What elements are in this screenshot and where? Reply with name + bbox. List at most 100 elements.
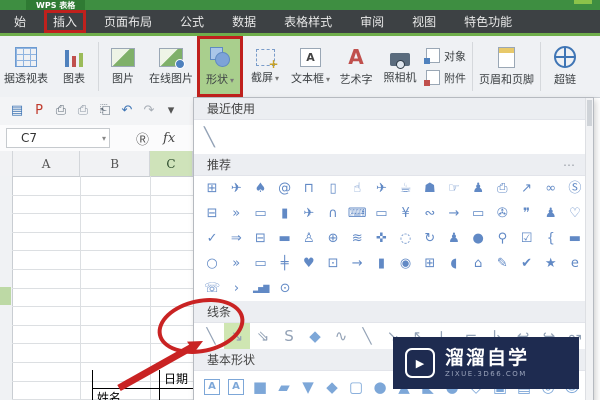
monitor-shape[interactable]: ⊡ <box>321 251 345 276</box>
insert-function-icon[interactable]: fx <box>163 131 175 146</box>
heart-shape[interactable]: ♥ <box>297 251 321 276</box>
undo-icon[interactable]: ↶ <box>118 102 136 120</box>
selected-row-header[interactable] <box>0 287 11 305</box>
chevron-right-shape[interactable]: › <box>224 276 248 301</box>
oval-shape[interactable]: ● <box>368 373 392 400</box>
money-bag-shape[interactable]: Ⓢ <box>563 176 587 201</box>
ribbon-button-word-art[interactable]: 艺术字 <box>334 36 378 97</box>
fast-forward-shape[interactable]: » <box>224 251 248 276</box>
android-shape[interactable]: ⊓ <box>297 176 321 201</box>
shopping-cart-shape[interactable]: ⊞ <box>418 251 442 276</box>
arrow-right-shape[interactable]: → <box>442 201 466 226</box>
star-shape[interactable]: ★ <box>539 251 563 276</box>
trapezoid-shape[interactable]: ▼ <box>296 373 320 400</box>
panel-scrollbar-thumb[interactable] <box>587 100 592 126</box>
move-arrows-shape[interactable]: ✜ <box>369 226 393 251</box>
menu-tab-view[interactable]: 视图 <box>404 11 444 32</box>
file-preview-icon[interactable]: ⎗ <box>96 102 114 120</box>
ribbon-button-camera[interactable]: 照相机 <box>378 36 422 97</box>
family-shape[interactable]: ♟ <box>539 201 563 226</box>
check-bold-shape[interactable]: ✔ <box>514 251 538 276</box>
printer-shape[interactable]: ⎙ <box>490 176 514 201</box>
square-shape[interactable]: ■ <box>248 373 272 400</box>
ribbon-button-object[interactable]: 对象 <box>424 48 466 64</box>
menu-tab-formula[interactable]: 公式 <box>172 11 212 32</box>
more-icon[interactable]: ▾ <box>162 102 180 120</box>
power-shape[interactable]: ⊙ <box>273 276 297 301</box>
rectangle-shape[interactable]: ▮ <box>369 251 393 276</box>
car-shape[interactable]: ▭ <box>248 201 272 226</box>
curve-shape[interactable]: S <box>276 323 302 349</box>
bus-shape[interactable]: ⊟ <box>200 201 224 226</box>
ribbon-button-pivot-table[interactable]: 据透视表 <box>0 36 52 97</box>
line-connector-shape[interactable]: ╲ <box>354 323 380 349</box>
freeform-shape[interactable]: ◆ <box>302 323 328 349</box>
pointing-hand-shape[interactable]: ☞ <box>442 176 466 201</box>
map-shape[interactable]: ☗ <box>418 176 442 201</box>
print-icon[interactable]: ⎙ <box>52 102 70 120</box>
redo-icon[interactable]: ↷ <box>140 102 158 120</box>
signal-bars-shape[interactable]: ▂▅▇ <box>249 276 273 301</box>
coffee-shape[interactable]: ☕ <box>394 176 418 201</box>
megaphone-shape[interactable]: ◖ <box>442 251 466 276</box>
thumbs-up-shape[interactable]: ☝ <box>345 176 369 201</box>
yen-shape[interactable]: ¥ <box>394 201 418 226</box>
button-shape-shape[interactable]: ▬ <box>563 226 587 251</box>
ribbon-button-header-footer[interactable]: 页眉和页脚 <box>475 36 538 97</box>
checkbox-shape[interactable]: ☑ <box>514 226 538 251</box>
dashed-circle-shape[interactable]: ◌ <box>394 226 418 251</box>
circle-outline-shape[interactable]: ○ <box>200 251 224 276</box>
magnifier-shape[interactable]: ⚲ <box>490 226 514 251</box>
leaf-shape[interactable]: ♠ <box>248 176 272 201</box>
diamond-shape[interactable]: ◆ <box>320 373 344 400</box>
bicycle-shape[interactable]: ✇ <box>490 201 514 226</box>
menu-tab-insert[interactable]: 插入 <box>44 10 87 33</box>
parallelogram-shape[interactable]: ▰ <box>272 373 296 400</box>
ribbon-button-hyperlink[interactable]: 超链 <box>543 36 587 97</box>
crowd-shape[interactable]: ♟ <box>466 176 490 201</box>
windows-shape[interactable]: ⊞ <box>200 176 224 201</box>
seaplane-shape[interactable]: ✈ <box>297 201 321 226</box>
laptop-shape[interactable]: ⌨ <box>345 201 369 226</box>
taxi-shape[interactable]: ▭ <box>369 201 393 226</box>
text-box-vertical-shape[interactable]: A <box>224 373 248 400</box>
print-preview-icon[interactable]: ⎙ <box>74 102 92 120</box>
binoculars-shape[interactable]: ∩ <box>321 201 345 226</box>
line-shape[interactable]: ╲ <box>204 127 215 148</box>
ribbon-button-online-picture[interactable]: 在线图片 <box>145 36 197 97</box>
chat-shape[interactable]: ❞ <box>514 201 538 226</box>
refresh-shape[interactable]: ↻ <box>418 226 442 251</box>
menu-tab-page-layout[interactable]: 页面布局 <box>96 11 160 32</box>
circled-arrow-shape[interactable]: ◉ <box>394 251 418 276</box>
airplane-shape[interactable]: ✈ <box>224 176 248 201</box>
trend-arrow-shape[interactable]: ↗ <box>514 176 538 201</box>
heart-outline-shape[interactable]: ♡ <box>563 201 587 226</box>
globe-shape[interactable]: ⊕ <box>321 226 345 251</box>
checkmark-shape[interactable]: ✓ <box>200 226 224 251</box>
eyes-shape[interactable]: ∞ <box>539 176 563 201</box>
magnifier-r-icon[interactable]: Ⓡ <box>136 129 149 148</box>
ribbon-button-screenshot[interactable]: 截屏▾ <box>243 36 287 97</box>
at-sign-shape[interactable]: @ <box>273 176 297 201</box>
explorer-shape[interactable]: e <box>563 251 587 276</box>
rounded-rectangle-shape[interactable]: ▢ <box>344 373 368 400</box>
pencil-shape[interactable]: ✎ <box>490 251 514 276</box>
name-box-caret-icon[interactable]: ▾ <box>102 134 106 143</box>
column-header-B[interactable]: B <box>80 151 150 176</box>
select-all-stub[interactable] <box>0 151 13 176</box>
ribbon-button-picture[interactable]: 图片 <box>101 36 145 97</box>
menu-tab-table-style[interactable]: 表格样式 <box>276 11 340 32</box>
brace-shape[interactable]: { <box>539 226 563 251</box>
scribble-shape[interactable]: ∿ <box>328 323 354 349</box>
arrow-shape[interactable]: → <box>345 251 369 276</box>
scooter-shape[interactable]: ∾ <box>418 201 442 226</box>
smartphone-shape[interactable]: ▯ <box>321 176 345 201</box>
filled-circle-shape[interactable]: ● <box>466 226 490 251</box>
team-shape[interactable]: ♟ <box>442 226 466 251</box>
column-header-C[interactable]: C <box>149 151 193 176</box>
ribbon-button-shapes[interactable]: 形状 ▾ <box>197 36 243 97</box>
column-header-A[interactable]: A <box>13 151 81 176</box>
menu-tab-special-features[interactable]: 特色功能 <box>456 11 520 32</box>
capsule-shape[interactable]: ▭ <box>248 251 272 276</box>
helicopter-shape[interactable]: ╪ <box>273 251 297 276</box>
